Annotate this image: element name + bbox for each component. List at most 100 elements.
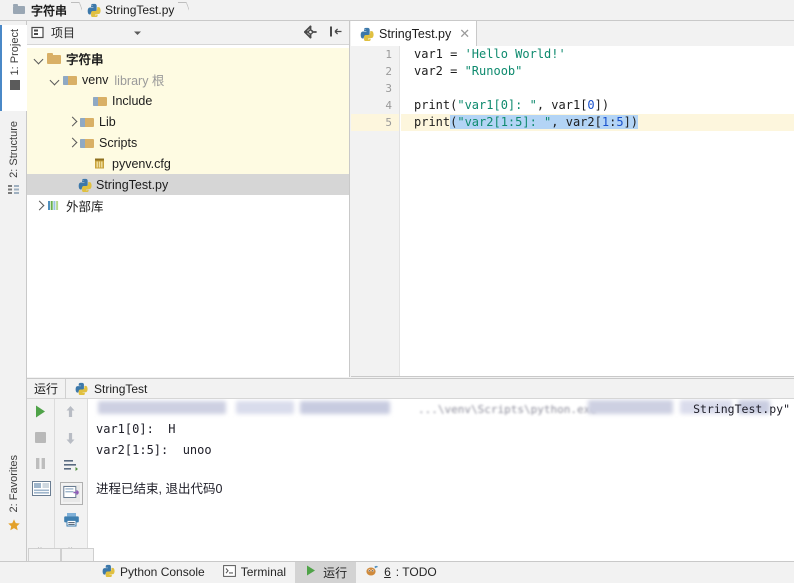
tree-item-label: Include <box>112 93 153 108</box>
run-configuration-title[interactable]: StringTest <box>66 379 155 399</box>
tree-item-external-libraries[interactable]: 外部库 <box>27 195 349 216</box>
external-libraries-icon <box>47 199 62 213</box>
tree-item-label: 外部库 <box>66 200 104 214</box>
tree-item-pyvenv-cfg[interactable]: pyvenv.cfg <box>27 153 349 174</box>
tree-item-project-root[interactable]: 字符串 <box>27 48 349 69</box>
code-line-3[interactable] <box>401 80 794 97</box>
layout-icon[interactable] <box>32 481 51 498</box>
soft-wrap-icon[interactable] <box>63 458 80 475</box>
tree-item-stringtest-py[interactable]: StringTest.py <box>27 174 349 195</box>
play-icon <box>304 564 318 580</box>
chevron-down-icon[interactable] <box>33 52 46 65</box>
status-tab-label: Python Console <box>120 565 205 579</box>
line-number: 1 <box>385 48 392 61</box>
sidebar-tab-structure-label: 2: Structure <box>7 121 20 178</box>
sidebar-tab-project[interactable]: 1: Project <box>0 25 27 111</box>
tree-item-lib[interactable]: Lib <box>27 111 349 132</box>
breadcrumb-label: StringTest.py <box>105 3 175 17</box>
library-folder-icon <box>93 94 108 108</box>
play-icon[interactable] <box>32 403 49 420</box>
status-tab-todo[interactable]: 6: TODO <box>356 562 446 583</box>
line-number-gutter: 1 2 3 4 5 <box>351 46 400 377</box>
code-line-1[interactable]: var1 = 'Hello World!' <box>401 46 794 63</box>
console-output-line: var1[0]: H <box>96 422 176 436</box>
left-tool-strip: 1: Project 2: Structure 2: Favorites <box>0 21 27 561</box>
code-line-2[interactable]: var2 = "Runoob" <box>401 63 794 80</box>
python-file-icon <box>86 3 101 17</box>
code-editor: StringTest.py ✕ 1 2 3 4 5 var1 = 'Hello … <box>351 21 794 377</box>
sidebar-tab-favorites[interactable]: 2: Favorites <box>0 451 27 543</box>
project-panel-title[interactable]: 项目 <box>31 24 143 41</box>
run-configuration-name: StringTest <box>94 381 148 396</box>
sidebar-tab-favorites-label: 2: Favorites <box>7 455 20 513</box>
arrow-up-icon[interactable] <box>63 404 80 421</box>
console-output-line: var2[1:5]: unoo <box>96 443 212 457</box>
star-icon <box>7 518 21 535</box>
python-file-icon <box>74 382 89 396</box>
tree-twisty-placeholder <box>79 94 92 107</box>
console-command-line: ...\venv\Scripts\python.exe StringTest.p… <box>88 399 794 419</box>
editor-tab-strip: StringTest.py ✕ <box>351 21 794 47</box>
tree-item-label: Lib <box>99 114 116 129</box>
line-number: 4 <box>385 99 392 112</box>
project-tree: 字符串 venv library 根 Include Lib Scripts p… <box>27 45 349 377</box>
redacted-path-segment <box>98 401 226 414</box>
code-line-4[interactable]: print("var1[0]: ", var1[0]) <box>401 97 794 114</box>
tree-item-label: pyvenv.cfg <box>112 156 171 171</box>
tree-item-label: Scripts <box>99 135 138 150</box>
breadcrumb: 字符串 StringTest.py <box>0 0 794 21</box>
structure-icon <box>8 183 19 194</box>
hide-panel-icon[interactable] <box>329 25 343 41</box>
run-panel-body: » » <box>27 399 794 561</box>
breadcrumb-item-file[interactable]: StringTest.py <box>82 0 178 21</box>
status-tab-stub[interactable] <box>61 548 94 562</box>
run-console[interactable]: ...\venv\Scripts\python.exe StringTest.p… <box>88 399 794 561</box>
status-tab-python-console[interactable]: Python Console <box>92 562 214 583</box>
code-lines[interactable]: var1 = 'Hello World!' var2 = "Runoob" pr… <box>401 46 794 131</box>
tree-item-scripts[interactable]: Scripts <box>27 132 349 153</box>
line-number: 2 <box>385 65 392 78</box>
python-console-icon <box>101 564 115 580</box>
editor-bottom-border <box>351 376 794 377</box>
sidebar-tab-structure[interactable]: 2: Structure <box>0 117 27 205</box>
status-tab-run[interactable]: 运行 <box>295 561 357 583</box>
close-icon[interactable]: ✕ <box>459 27 470 40</box>
library-folder-icon <box>80 115 95 129</box>
chevron-down-icon[interactable] <box>49 73 62 86</box>
tree-item-venv[interactable]: venv library 根 <box>27 69 349 90</box>
scroll-to-end-icon[interactable] <box>59 482 83 505</box>
folder-icon <box>47 52 62 66</box>
pycharm-window: 字符串 StringTest.py 1: Project 2: Structur… <box>0 0 794 583</box>
code-area[interactable]: 1 2 3 4 5 var1 = 'Hello World!' var2 = "… <box>351 46 794 377</box>
pause-icon[interactable] <box>32 455 49 472</box>
run-tab[interactable]: 运行 <box>27 378 67 399</box>
code-line-5[interactable]: print("var2[1:5]: ", var2[1:5]) <box>401 114 794 131</box>
run-panel-header: 运行 StringTest <box>27 378 794 399</box>
status-tab-terminal[interactable]: Terminal <box>214 562 295 583</box>
tree-item-label: venv <box>82 72 109 87</box>
chevron-right-icon[interactable] <box>66 136 79 149</box>
print-icon[interactable] <box>63 512 80 529</box>
redacted-path-segment <box>300 401 390 414</box>
stop-icon[interactable] <box>32 429 49 446</box>
breadcrumb-separator <box>71 0 82 21</box>
terminal-icon <box>222 564 236 580</box>
chevron-right-icon[interactable] <box>33 199 46 212</box>
breadcrumb-label: 字符串 <box>31 3 68 18</box>
gear-icon[interactable] <box>303 24 320 42</box>
tree-item-include[interactable]: Include <box>27 90 349 111</box>
arrow-down-icon[interactable] <box>63 431 80 448</box>
breadcrumb-item-project[interactable]: 字符串 <box>8 0 71 21</box>
chevron-right-icon[interactable] <box>66 115 79 128</box>
config-file-icon <box>93 157 108 171</box>
status-bar: Python Console Terminal 运行 6: TODO <box>0 561 794 583</box>
editor-tab-stringtest-py[interactable]: StringTest.py ✕ <box>351 21 478 46</box>
status-tab-label: 运行 <box>323 565 348 580</box>
project-panel-header: 项目 <box>27 21 349 45</box>
tree-item-label: 字符串 <box>66 53 104 67</box>
chevron-down-icon[interactable] <box>132 26 143 40</box>
line-number: 5 <box>351 114 399 131</box>
console-command-tail: StringTest.py" <box>693 402 790 416</box>
status-tab-stub[interactable] <box>28 548 61 562</box>
